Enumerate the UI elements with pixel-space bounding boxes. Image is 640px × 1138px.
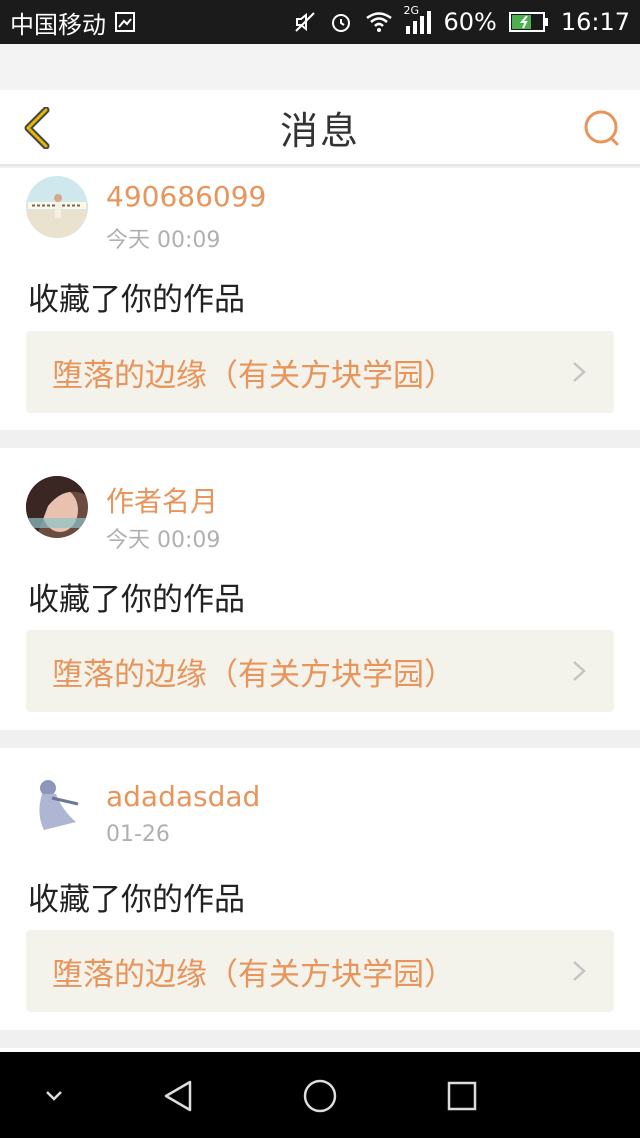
home-nav-button[interactable]	[298, 1074, 342, 1118]
timestamp: 01-26	[106, 822, 170, 847]
avatar[interactable]	[26, 774, 88, 836]
carrier-name: 中国移动	[10, 10, 106, 39]
work-title: 堕落的边缘（有关方块学园）	[52, 656, 455, 693]
status-bar: 中国移动 2G 60% 16:17	[0, 0, 640, 44]
status-left: 中国移动	[10, 5, 136, 40]
back-nav-button[interactable]	[156, 1074, 200, 1118]
action-text: 收藏了你的作品	[28, 282, 245, 318]
hide-keyboard-button[interactable]	[32, 1074, 76, 1118]
avatar[interactable]	[26, 176, 88, 238]
message-card: adadasdad 01-26 收藏了你的作品 堕落的边缘（有关方块学园）	[0, 748, 640, 1030]
clock: 16:17	[560, 8, 630, 36]
action-text: 收藏了你的作品	[28, 882, 245, 918]
page-title: 消息	[279, 108, 360, 153]
action-text: 收藏了你的作品	[28, 582, 245, 618]
signal-icon: 2G	[403, 4, 432, 34]
work-title: 堕落的边缘（有关方块学园）	[52, 357, 455, 394]
message-card: 490686099 今天 00:09 收藏了你的作品 堕落的边缘（有关方块学园）	[0, 168, 640, 430]
status-gap	[0, 44, 640, 90]
screenshot-icon	[114, 11, 136, 33]
chevron-right-icon	[573, 362, 586, 382]
search-icon	[584, 110, 619, 146]
work-link[interactable]: 堕落的边缘（有关方块学园）	[26, 630, 614, 712]
alarm-icon	[329, 10, 353, 34]
triangle-back-icon	[164, 1080, 192, 1112]
avatar[interactable]	[26, 476, 88, 538]
work-title: 堕落的边缘（有关方块学园）	[52, 956, 455, 993]
chevron-left-icon	[24, 107, 50, 149]
timestamp: 今天 00:09	[106, 228, 221, 253]
back-button[interactable]	[16, 106, 56, 150]
wifi-icon	[365, 11, 393, 33]
timestamp: 今天 00:09	[106, 528, 221, 553]
status-right: 2G 60% 16:17	[293, 4, 630, 36]
chevron-down-icon	[46, 1091, 62, 1101]
recents-nav-button[interactable]	[440, 1074, 484, 1118]
system-nav-bar	[0, 1052, 640, 1138]
battery-icon	[508, 11, 549, 33]
message-card: 作者名月 今天 00:09 收藏了你的作品 堕落的边缘（有关方块学园）	[0, 448, 640, 730]
work-link[interactable]: 堕落的边缘（有关方块学园）	[26, 930, 614, 1012]
mute-icon	[293, 10, 317, 34]
work-link[interactable]: 堕落的边缘（有关方块学园）	[26, 331, 614, 413]
app-header: 消息	[0, 90, 640, 166]
circle-home-icon	[303, 1079, 337, 1113]
search-button[interactable]	[582, 108, 622, 148]
chevron-right-icon	[573, 661, 586, 681]
battery-percent: 60%	[443, 8, 497, 36]
username[interactable]: 作者名月	[106, 480, 218, 520]
username[interactable]: adadasdad	[106, 780, 260, 813]
chevron-right-icon	[573, 961, 586, 981]
username[interactable]: 490686099	[106, 180, 266, 213]
square-recents-icon	[447, 1081, 477, 1111]
network-type: 2G	[403, 4, 420, 17]
